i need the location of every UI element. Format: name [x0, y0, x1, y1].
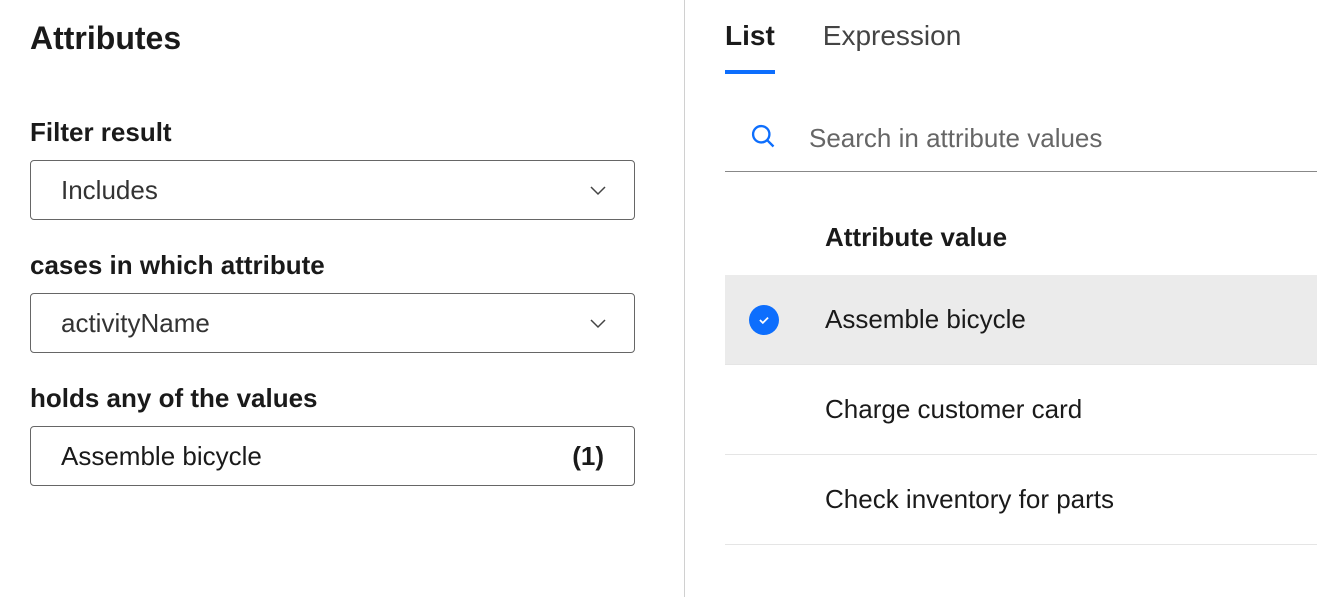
filter-result-group: Filter result Includes — [30, 117, 654, 220]
attributes-panel: Attributes Filter result Includes cases … — [0, 0, 685, 597]
tabs: List Expression — [725, 20, 1317, 74]
attribute-label: Charge customer card — [825, 394, 1082, 425]
cases-attribute-label: cases in which attribute — [30, 250, 654, 281]
attribute-row[interactable]: Assemble bicycle — [725, 275, 1317, 365]
search-input[interactable] — [809, 123, 1317, 154]
holds-values-text: Assemble bicycle — [61, 441, 262, 472]
cases-attribute-select[interactable]: activityName — [30, 293, 635, 353]
chevron-down-icon — [586, 311, 610, 335]
panel-title: Attributes — [30, 20, 654, 57]
checkmark-icon — [749, 305, 779, 335]
cases-attribute-group: cases in which attribute activityName — [30, 250, 654, 353]
filter-result-value: Includes — [61, 175, 158, 206]
search-icon — [749, 122, 777, 155]
cases-attribute-value: activityName — [61, 308, 210, 339]
attribute-value-header: Attribute value — [725, 222, 1317, 253]
attribute-label: Assemble bicycle — [825, 304, 1026, 335]
attribute-row[interactable]: Charge customer card — [725, 365, 1317, 455]
values-panel: List Expression Attribute value Assemble… — [685, 0, 1317, 597]
holds-values-box[interactable]: Assemble bicycle (1) — [30, 426, 635, 486]
attribute-row[interactable]: Check inventory for parts — [725, 455, 1317, 545]
filter-result-label: Filter result — [30, 117, 654, 148]
tab-list[interactable]: List — [725, 20, 775, 74]
holds-values-label: holds any of the values — [30, 383, 654, 414]
filter-result-select[interactable]: Includes — [30, 160, 635, 220]
holds-values-group: holds any of the values Assemble bicycle… — [30, 383, 654, 486]
search-bar — [725, 114, 1317, 172]
attribute-label: Check inventory for parts — [825, 484, 1114, 515]
chevron-down-icon — [586, 178, 610, 202]
tab-expression[interactable]: Expression — [823, 20, 962, 74]
holds-values-count: (1) — [572, 441, 604, 472]
